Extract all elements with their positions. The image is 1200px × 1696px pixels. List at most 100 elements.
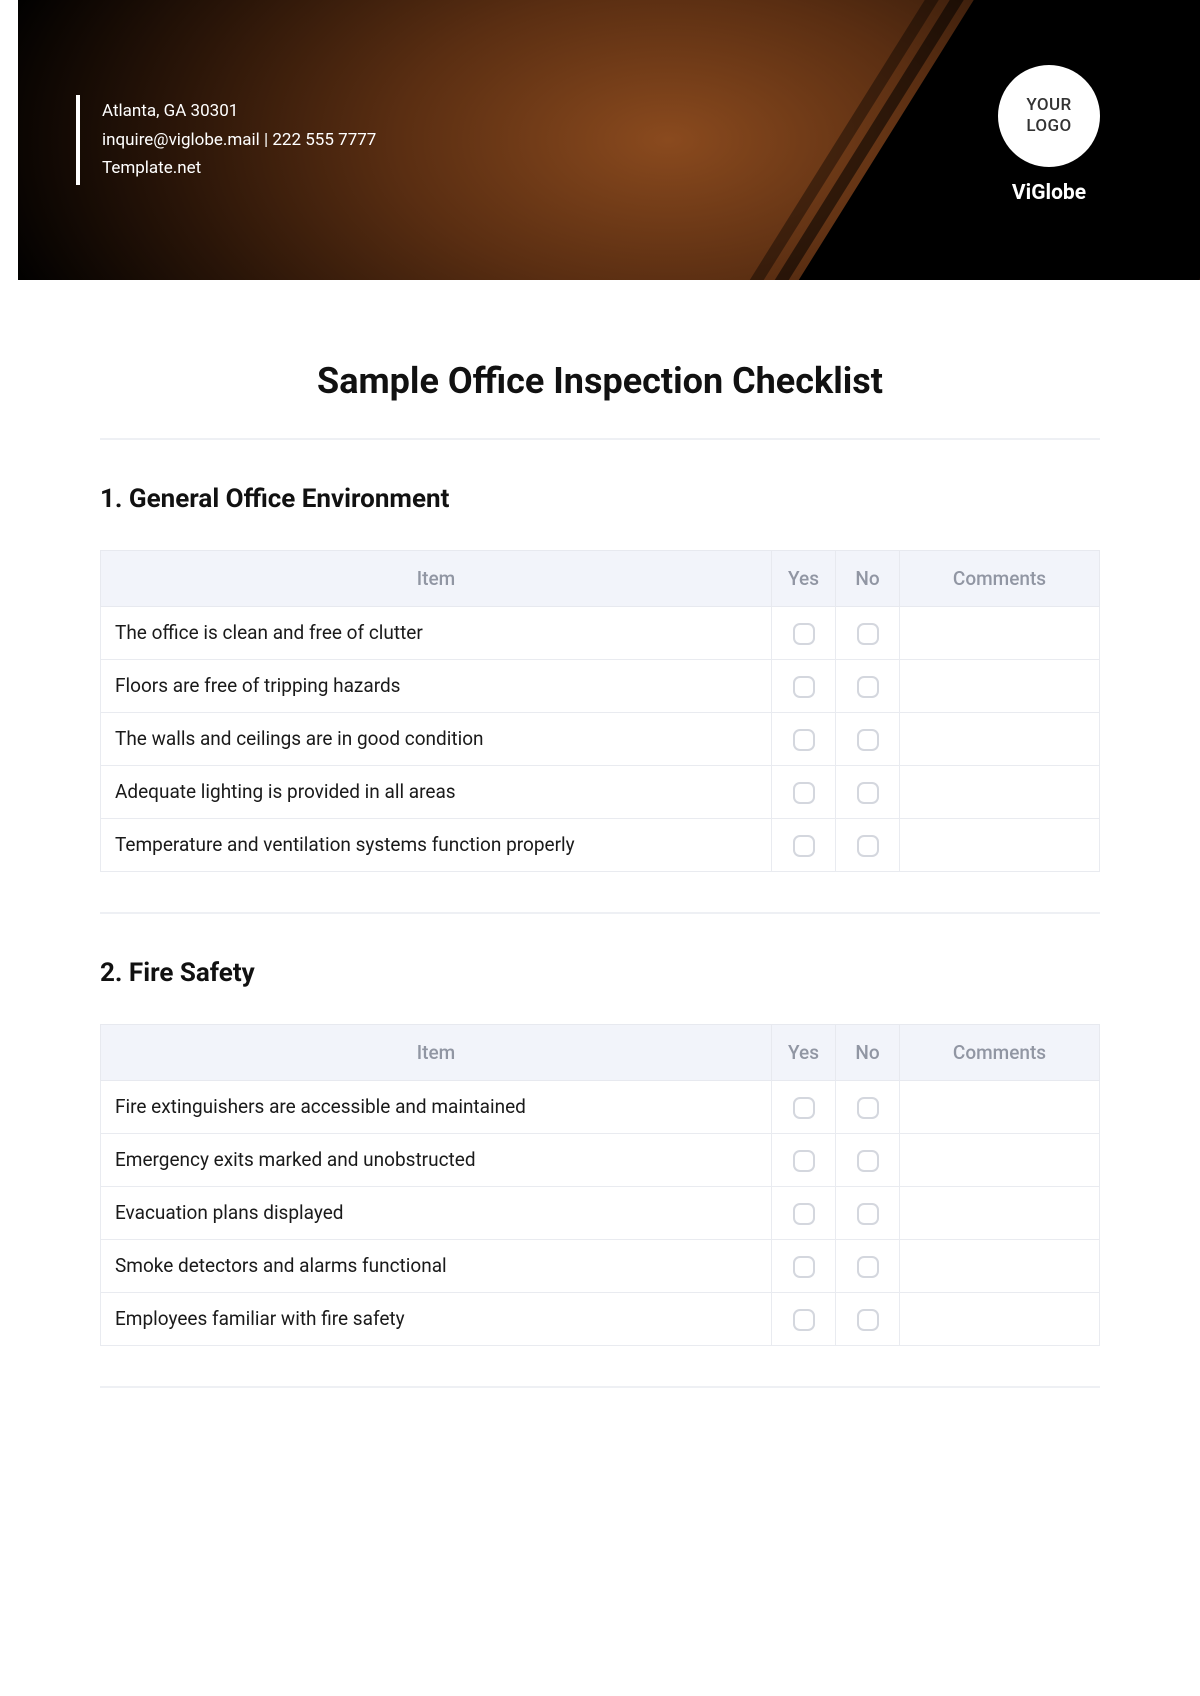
address-line: Atlanta, GA 30301 [102, 97, 376, 126]
no-cell [836, 765, 900, 818]
checkbox-yes[interactable] [793, 782, 815, 804]
table-row: Emergency exits marked and unobstructed [101, 1133, 1100, 1186]
table-row: Adequate lighting is provided in all are… [101, 765, 1100, 818]
phone-text: 222 555 7777 [272, 130, 376, 150]
document-main: Sample Office Inspection Checklist 1. Ge… [0, 280, 1200, 1388]
item-cell: The walls and ceilings are in good condi… [101, 712, 772, 765]
no-cell [836, 1080, 900, 1133]
comments-cell[interactable] [900, 1292, 1100, 1345]
checkbox-yes[interactable] [793, 1309, 815, 1331]
logo-line1: YOUR [1026, 95, 1071, 116]
checkbox-yes[interactable] [793, 1256, 815, 1278]
table-row: Evacuation plans displayed [101, 1186, 1100, 1239]
checkbox-no[interactable] [857, 1150, 879, 1172]
divider [100, 912, 1100, 914]
table-row: The office is clean and free of clutter [101, 607, 1100, 660]
table-header-row: ItemYesNoComments [101, 1024, 1100, 1080]
yes-cell [772, 712, 836, 765]
yes-cell [772, 818, 836, 871]
checkbox-yes[interactable] [793, 623, 815, 645]
no-cell [836, 1133, 900, 1186]
no-cell [836, 1239, 900, 1292]
no-cell [836, 712, 900, 765]
logo-line2: LOGO [1026, 116, 1071, 137]
checklist-table: ItemYesNoCommentsThe office is clean and… [100, 550, 1100, 872]
header-right: YOUR LOGO ViGlobe [998, 65, 1100, 205]
table-row: The walls and ceilings are in good condi… [101, 712, 1100, 765]
comments-cell[interactable] [900, 1239, 1100, 1292]
checkbox-no[interactable] [857, 729, 879, 751]
checkbox-no[interactable] [857, 676, 879, 698]
no-cell [836, 1186, 900, 1239]
email-text: inquire@viglobe.mail [102, 130, 260, 150]
comments-cell[interactable] [900, 1133, 1100, 1186]
table-row: Smoke detectors and alarms functional [101, 1239, 1100, 1292]
checkbox-no[interactable] [857, 782, 879, 804]
yes-cell [772, 1133, 836, 1186]
comments-cell[interactable] [900, 712, 1100, 765]
item-cell: Fire extinguishers are accessible and ma… [101, 1080, 772, 1133]
separator-text: | [260, 130, 273, 150]
comments-cell[interactable] [900, 1080, 1100, 1133]
comments-cell[interactable] [900, 765, 1100, 818]
comments-cell[interactable] [900, 607, 1100, 660]
yes-cell [772, 607, 836, 660]
yes-cell [772, 1239, 836, 1292]
checkbox-no[interactable] [857, 1203, 879, 1225]
item-cell: Floors are free of tripping hazards [101, 659, 772, 712]
header-left: Atlanta, GA 30301 inquire@viglobe.mail |… [76, 95, 376, 185]
yes-cell [772, 1080, 836, 1133]
comments-cell[interactable] [900, 659, 1100, 712]
column-header-item: Item [101, 551, 772, 607]
checkbox-yes[interactable] [793, 1097, 815, 1119]
item-cell: Adequate lighting is provided in all are… [101, 765, 772, 818]
column-header-comments: Comments [900, 551, 1100, 607]
divider [100, 438, 1100, 440]
contact-block: Atlanta, GA 30301 inquire@viglobe.mail |… [102, 97, 376, 184]
item-cell: The office is clean and free of clutter [101, 607, 772, 660]
table-header-row: ItemYesNoComments [101, 551, 1100, 607]
comments-cell[interactable] [900, 1186, 1100, 1239]
column-header-no: No [836, 551, 900, 607]
checkbox-no[interactable] [857, 835, 879, 857]
divider [100, 1386, 1100, 1388]
no-cell [836, 607, 900, 660]
checkbox-yes[interactable] [793, 676, 815, 698]
yes-cell [772, 1186, 836, 1239]
column-header-yes: Yes [772, 1024, 836, 1080]
item-cell: Smoke detectors and alarms functional [101, 1239, 772, 1292]
column-header-no: No [836, 1024, 900, 1080]
checklist-table: ItemYesNoCommentsFire extinguishers are … [100, 1024, 1100, 1346]
no-cell [836, 659, 900, 712]
checkbox-no[interactable] [857, 1309, 879, 1331]
section-title: 1. General Office Environment [100, 484, 1100, 514]
vertical-bar-icon [76, 95, 80, 185]
checkbox-no[interactable] [857, 1256, 879, 1278]
no-cell [836, 818, 900, 871]
checkbox-yes[interactable] [793, 835, 815, 857]
brand-name: ViGlobe [998, 181, 1100, 205]
checkbox-yes[interactable] [793, 729, 815, 751]
yes-cell [772, 1292, 836, 1345]
comments-cell[interactable] [900, 818, 1100, 871]
table-row: Temperature and ventilation systems func… [101, 818, 1100, 871]
table-row: Employees familiar with fire safety [101, 1292, 1100, 1345]
item-cell: Employees familiar with fire safety [101, 1292, 772, 1345]
checkbox-no[interactable] [857, 623, 879, 645]
column-header-item: Item [101, 1024, 772, 1080]
table-row: Fire extinguishers are accessible and ma… [101, 1080, 1100, 1133]
yes-cell [772, 765, 836, 818]
item-cell: Evacuation plans displayed [101, 1186, 772, 1239]
logo-circle: YOUR LOGO [998, 65, 1100, 167]
checkbox-yes[interactable] [793, 1150, 815, 1172]
page-title: Sample Office Inspection Checklist [100, 360, 1100, 402]
checkbox-no[interactable] [857, 1097, 879, 1119]
section-title: 2. Fire Safety [100, 958, 1100, 988]
item-cell: Temperature and ventilation systems func… [101, 818, 772, 871]
table-row: Floors are free of tripping hazards [101, 659, 1100, 712]
yes-cell [772, 659, 836, 712]
item-cell: Emergency exits marked and unobstructed [101, 1133, 772, 1186]
contact-line: inquire@viglobe.mail | 222 555 7777 [102, 126, 376, 155]
column-header-comments: Comments [900, 1024, 1100, 1080]
checkbox-yes[interactable] [793, 1203, 815, 1225]
